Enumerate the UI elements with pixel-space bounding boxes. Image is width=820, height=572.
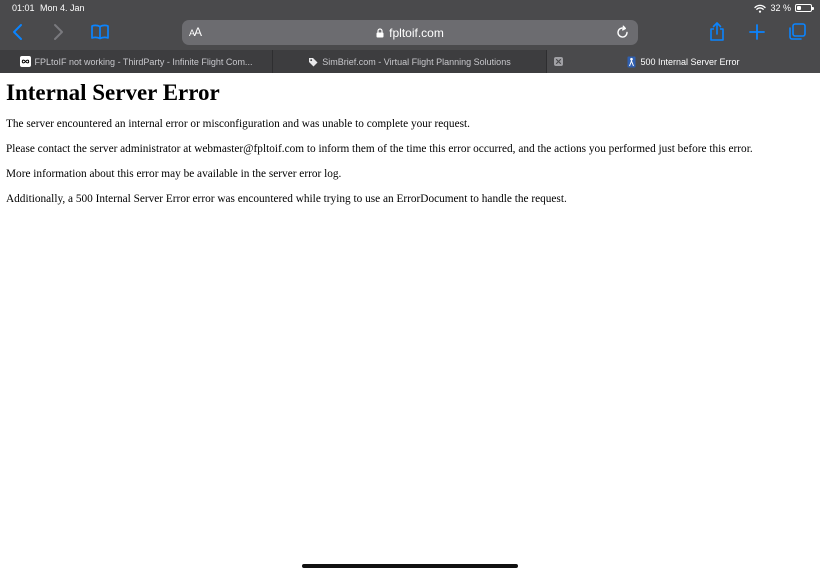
tab-simbrief[interactable]: SimBrief.com - Virtual Flight Planning S… — [273, 50, 547, 73]
log-message: More information about this error may be… — [6, 168, 342, 180]
tabs-overview-icon[interactable] — [785, 20, 809, 44]
wifi-icon — [754, 4, 767, 13]
error-message: The server encountered an internal error… — [6, 118, 470, 130]
share-icon[interactable] — [705, 20, 729, 44]
page-content: Internal Server Error The server encount… — [6, 73, 814, 218]
status-indicators: 32 % — [754, 3, 814, 13]
browser-chrome: 01:01 Mon 4. Jan 32 % AA fpltoif.com FPL… — [0, 0, 820, 73]
bookmark-figure-icon — [627, 56, 636, 67]
infinite-flight-icon — [19, 56, 31, 67]
back-icon[interactable] — [6, 20, 30, 44]
reload-icon[interactable] — [614, 24, 631, 41]
tab-fpltoif-not-working[interactable]: FPLtoIF not working - ThirdParty - Infin… — [0, 50, 273, 73]
tab-internal-server-error[interactable]: 500 Internal Server Error — [547, 50, 820, 73]
status-bar: 01:01 Mon 4. Jan 32 % — [0, 0, 820, 16]
battery-icon — [795, 4, 814, 12]
address-bar[interactable]: AA fpltoif.com — [182, 20, 638, 45]
errordocument-message: Additionally, a 500 Internal Server Erro… — [6, 193, 567, 205]
url-display[interactable]: fpltoif.com — [182, 20, 638, 45]
status-time: 01:01 — [12, 3, 35, 13]
tab-close-button[interactable] — [554, 57, 563, 66]
battery-fill — [797, 6, 801, 10]
home-indicator[interactable] — [302, 564, 518, 568]
lock-icon — [376, 27, 384, 37]
browser-toolbar: AA fpltoif.com — [0, 16, 820, 50]
forward-icon[interactable] — [46, 20, 70, 44]
page-title: Internal Server Error — [6, 80, 220, 105]
tab-title: 500 Internal Server Error — [640, 56, 740, 67]
tab-title: FPLtoIF not working - ThirdParty - Infin… — [34, 56, 253, 67]
close-icon — [555, 58, 562, 65]
new-tab-icon[interactable] — [745, 20, 769, 44]
status-date: Mon 4. Jan — [40, 3, 85, 13]
bookmarks-icon[interactable] — [88, 20, 112, 44]
url-text: fpltoif.com — [389, 25, 444, 40]
battery-nub — [812, 7, 814, 10]
tab-title: SimBrief.com - Virtual Flight Planning S… — [322, 56, 511, 67]
tag-icon — [309, 57, 318, 66]
contact-message: Please contact the server administrator … — [6, 143, 753, 155]
battery-percent: 32 % — [770, 3, 791, 13]
tab-bar: FPLtoIF not working - ThirdParty - Infin… — [0, 50, 820, 73]
